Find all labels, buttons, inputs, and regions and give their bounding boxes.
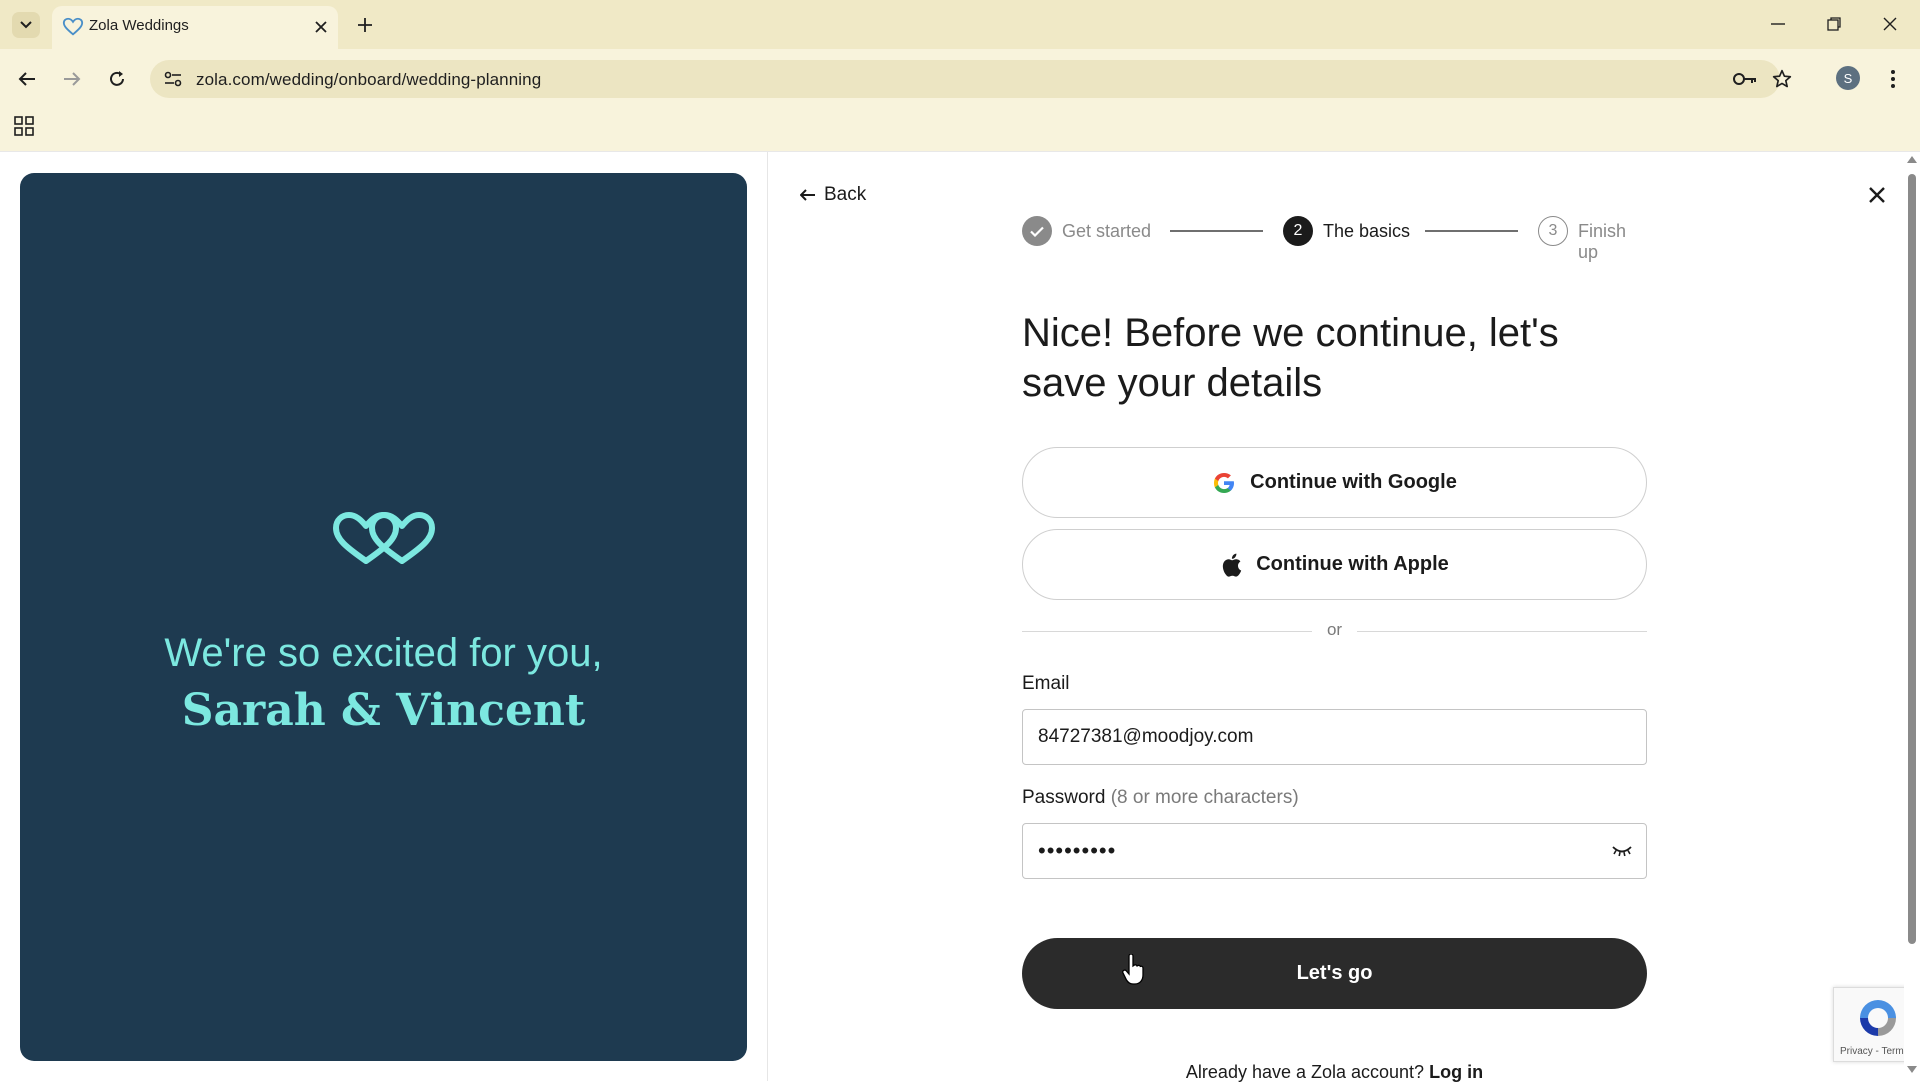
tab-strip: Zola Weddings (0, 0, 1920, 49)
tab-title: Zola Weddings (89, 17, 189, 34)
page-content: We're so excited for you, Sarah & Vincen… (0, 151, 1920, 1082)
step-label-get-started: Get started (1062, 221, 1152, 241)
scroll-down-arrow-icon[interactable] (1907, 1066, 1917, 1073)
double-heart-icon (333, 512, 435, 564)
apple-button-label: Continue with Apple (1256, 553, 1449, 575)
back-link[interactable]: Back (800, 182, 866, 208)
page-title: Nice! Before we continue, let's save you… (1022, 311, 1559, 405)
email-field[interactable]: 84727381@moodjoy.com (1022, 709, 1647, 765)
password-hint: (8 or more characters) (1110, 787, 1299, 808)
or-label: or (1326, 620, 1343, 639)
back-arrow-icon[interactable] (12, 64, 42, 94)
password-label-text: Password (1022, 787, 1106, 808)
separator-line (1357, 631, 1647, 632)
close-icon[interactable] (1862, 180, 1892, 210)
password-value: ••••••••• (1038, 838, 1117, 863)
scroll-up-arrow-icon[interactable] (1907, 156, 1917, 163)
hero-message: We're so excited for you, (164, 631, 603, 675)
password-label: Password (8 or more characters) (1022, 787, 1299, 809)
continue-with-apple-button[interactable]: Continue with Apple (1022, 529, 1647, 600)
left-arrow-icon (800, 189, 815, 201)
or-separator: or (1022, 620, 1647, 642)
chevron-down-icon (20, 21, 32, 29)
log-in-link[interactable]: Log in (1429, 1062, 1483, 1082)
step-number-3: 3 (1538, 216, 1568, 246)
close-window-icon[interactable] (1872, 10, 1908, 38)
url-text[interactable]: zola.com/wedding/onboard/wedding-plannin… (196, 70, 541, 90)
menu-dots-icon[interactable] (1880, 64, 1906, 94)
password-field[interactable]: ••••••••• (1022, 823, 1647, 879)
minimize-icon[interactable] (1760, 10, 1796, 38)
step-connector (1170, 230, 1263, 232)
restore-icon[interactable] (1816, 10, 1852, 38)
browser-chrome: Zola Weddings zola.com/wedding/onboard/w… (0, 0, 1920, 151)
scrollbar-thumb[interactable] (1908, 174, 1916, 944)
apple-icon (1223, 553, 1242, 577)
lets-go-label: Let's go (1296, 962, 1373, 984)
google-icon (1214, 472, 1235, 493)
heart-favicon-icon (62, 17, 84, 36)
reload-icon[interactable] (102, 64, 132, 94)
recaptcha-footer[interactable]: Privacy - Terms (1840, 1046, 1909, 1057)
hero-panel: We're so excited for you, Sarah & Vincen… (20, 173, 747, 1061)
close-tab-icon[interactable] (310, 16, 332, 38)
step-label-the-basics: The basics (1323, 221, 1411, 241)
new-tab-icon[interactable] (352, 12, 378, 38)
progress-stepper: Get started 2 The basics 3 Finish up (1022, 216, 1649, 262)
key-icon[interactable] (1732, 68, 1758, 90)
google-button-label: Continue with Google (1250, 471, 1457, 493)
login-prompt-text: Already have a Zola account? (1185, 1062, 1425, 1082)
star-icon[interactable] (1770, 67, 1794, 91)
avatar[interactable]: S (1836, 66, 1860, 90)
browser-tab[interactable]: Zola Weddings (52, 6, 338, 49)
step-number-2: 2 (1283, 216, 1313, 246)
step-completed-check-icon (1022, 216, 1052, 246)
tab-list-button[interactable] (12, 12, 40, 38)
address-bar[interactable]: zola.com/wedding/onboard/wedding-plannin… (150, 60, 1792, 98)
lets-go-button[interactable]: Let's go (1022, 938, 1647, 1009)
continue-with-google-button[interactable]: Continue with Google (1022, 447, 1647, 518)
step-connector (1425, 230, 1518, 232)
couple-names: Sarah & Vincent (181, 685, 586, 736)
forward-arrow-icon[interactable] (57, 64, 87, 94)
hand-cursor-icon (1122, 954, 1144, 985)
email-label: Email (1022, 673, 1070, 694)
apps-icon[interactable] (12, 114, 36, 138)
scrollbar[interactable] (1904, 152, 1920, 1081)
step-label-finish-up: Finish up (1578, 221, 1627, 262)
panel-divider (767, 152, 768, 1081)
eye-closed-icon[interactable] (1610, 840, 1634, 862)
back-label: Back (824, 184, 867, 205)
recaptcha-icon (1860, 1000, 1896, 1036)
email-value: 84727381@moodjoy.com (1038, 726, 1254, 747)
site-info-icon[interactable] (162, 68, 184, 90)
